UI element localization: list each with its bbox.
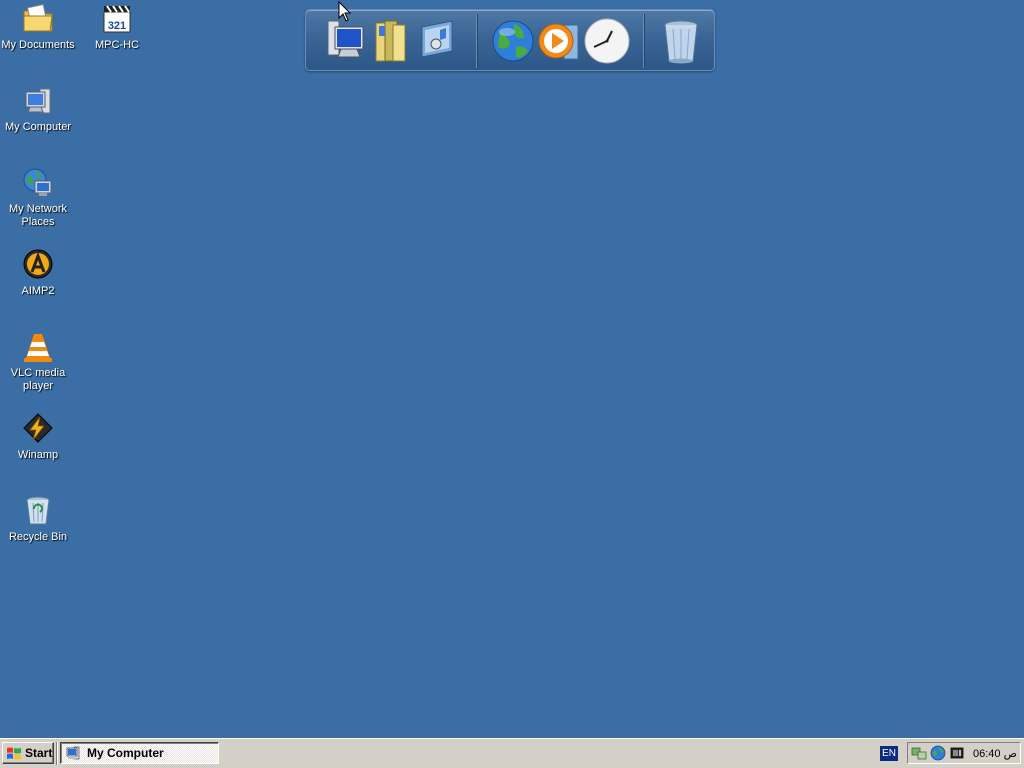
folders-icon[interactable]	[368, 17, 414, 65]
desktop-icon-my-computer[interactable]: My Computer	[0, 84, 78, 134]
desktop-icon-label: MPC-HC	[95, 39, 139, 51]
taskbar-button-my-computer[interactable]: My Computer	[60, 742, 219, 764]
taskbar: Start My Computer EN 06:40 ص	[0, 738, 1024, 768]
aimp2-icon	[21, 248, 55, 282]
desktop-icon-my-network-places[interactable]: My Network Places	[0, 166, 78, 229]
svg-text:321: 321	[108, 20, 126, 32]
winamp-icon	[21, 412, 55, 446]
language-indicator[interactable]: EN	[880, 746, 898, 761]
taskbar-button-label: My Computer	[87, 746, 164, 760]
desktop-icon-label: AIMP2	[21, 285, 55, 297]
desktop-icon-my-documents[interactable]: My Documents	[0, 2, 78, 52]
my-computer-icon	[66, 746, 80, 760]
media-player-icon[interactable]	[536, 17, 582, 65]
dock-separator	[643, 14, 645, 68]
start-label: Start	[25, 746, 53, 760]
control-panel-icon[interactable]	[414, 17, 460, 65]
desktop-icon-label: My Documents	[1, 39, 75, 51]
globe-icon[interactable]	[930, 745, 946, 761]
internet-globe-icon[interactable]	[490, 17, 536, 65]
desktop-icon-aimp2[interactable]: AIMP2	[0, 248, 78, 298]
recycle-bin-icon	[21, 494, 55, 528]
trash-icon[interactable]	[658, 17, 704, 65]
desktop-icon-mpc-hc[interactable]: 321 MPC-HC	[77, 2, 157, 52]
my-computer-icon	[21, 84, 55, 118]
desktop-icon-label: Recycle Bin	[8, 531, 68, 543]
dock	[305, 9, 715, 71]
computer-icon[interactable]	[322, 17, 368, 65]
my-documents-icon	[21, 2, 55, 36]
desktop-icon-winamp[interactable]: Winamp	[0, 412, 78, 462]
my-network-places-icon	[21, 166, 55, 200]
network-icon[interactable]	[911, 745, 927, 761]
mpc-hc-icon: 321	[100, 2, 134, 36]
system-tray: 06:40 ص	[907, 742, 1021, 764]
clock[interactable]: 06:40 ص	[973, 747, 1017, 760]
vlc-icon	[21, 330, 55, 364]
desktop-icon-label: My Network Places	[8, 203, 68, 228]
dock-separator	[476, 14, 478, 68]
windows-logo-icon	[7, 747, 21, 760]
mouse-cursor-icon	[338, 1, 352, 22]
clock-icon[interactable]	[584, 17, 630, 65]
desktop-icon-label: Winamp	[17, 449, 59, 461]
desktop: My Documents 321 MPC-HC My Computer My N…	[0, 0, 1024, 738]
start-button[interactable]: Start	[2, 742, 54, 764]
taskbar-separator	[56, 742, 58, 765]
desktop-icon-vlc[interactable]: VLC media player	[0, 330, 78, 393]
desktop-icon-label: VLC media player	[10, 367, 66, 392]
desktop-icon-recycle-bin[interactable]: Recycle Bin	[0, 494, 78, 544]
volume-icon[interactable]	[949, 745, 965, 761]
desktop-icon-label: My Computer	[4, 121, 72, 133]
